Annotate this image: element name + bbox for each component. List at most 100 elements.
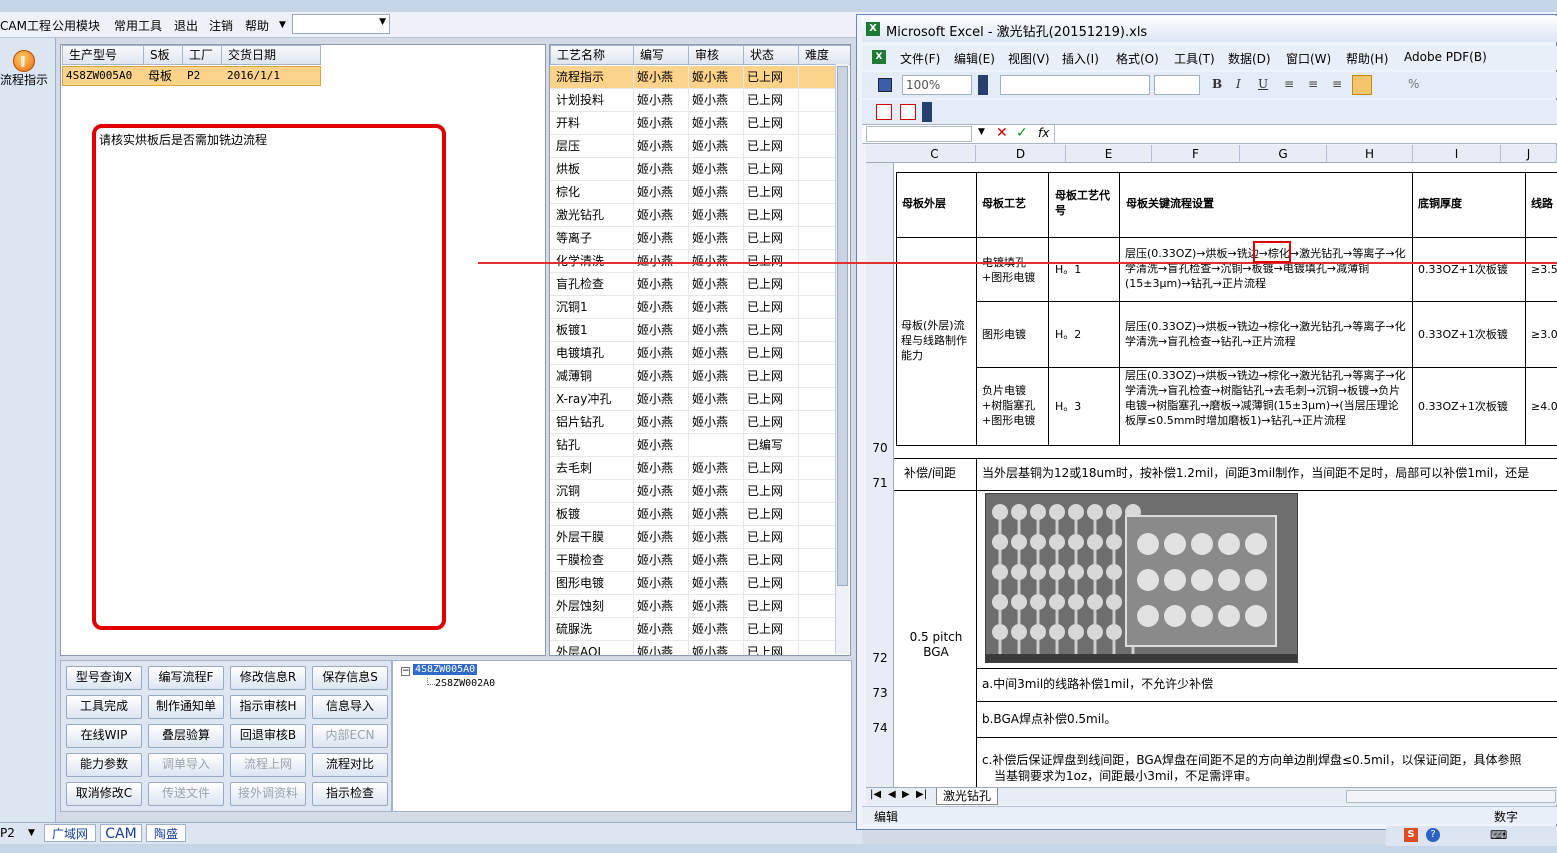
excel-menu-item[interactable]: 数据(D) [1228,50,1271,67]
toolbar-options-icon[interactable] [922,102,932,122]
zoom-combobox[interactable]: 100% [902,75,972,95]
col-delivery-date[interactable]: 交货日期 [221,45,321,65]
col-model[interactable]: 生产型号 [62,45,144,65]
top-combobox[interactable]: ▼ [292,14,390,34]
excel-menu-item[interactable]: 帮助(H) [1346,50,1388,67]
excel-menu-item[interactable]: 文件(F) [900,50,940,67]
process-table-scrollbar[interactable] [835,64,849,654]
process-row[interactable]: 去毛刺 姬小燕 姬小燕 已上网 [550,457,836,480]
action-button[interactable]: 回退审核B [230,724,306,748]
excel-menu-item[interactable]: 编辑(E) [954,50,995,67]
menu-help[interactable]: 帮助 [245,17,269,34]
process-row[interactable]: X-ray冲孔 姬小燕 姬小燕 已上网 [550,388,836,411]
action-button[interactable]: 流程上网 [230,753,306,777]
row-header[interactable]: 74 [866,721,894,735]
menu-cam[interactable]: CAM工程 [0,17,51,34]
col-author[interactable]: 编写 [633,45,689,65]
excel-menu-item[interactable]: 窗口(W) [1286,50,1331,67]
action-button[interactable]: 取消修改C [66,782,142,806]
excel-menu-item[interactable]: Adobe PDF(B) [1404,50,1487,64]
row-header[interactable]: 71 [866,476,894,490]
process-row[interactable]: 图形电镀 姬小燕 姬小燕 已上网 [550,572,836,595]
italic-icon[interactable]: I [1236,77,1241,91]
help-icon[interactable]: ? [1426,828,1440,842]
process-row[interactable]: 等离子 姬小燕 姬小燕 已上网 [550,227,836,250]
col-s-board[interactable]: S板 [143,45,183,65]
action-button[interactable]: 传送文件 [148,782,224,806]
col-process-name[interactable]: 工艺名称 [550,45,634,65]
excel-doc-icon[interactable]: X [872,50,886,64]
action-button[interactable]: 指示检查 [312,782,388,806]
row-header[interactable]: 72 [866,651,894,665]
collapse-icon[interactable]: − [401,667,410,676]
align-center-icon[interactable]: ≡ [1308,77,1318,91]
process-row[interactable]: 电镀填孔 姬小燕 姬小燕 已上网 [550,342,836,365]
action-button[interactable]: 能力参数 [66,753,142,777]
menu-logout[interactable]: 注销 [209,17,233,34]
flow-indicator-icon[interactable]: ‖ [13,50,35,72]
bold-icon[interactable]: B [1212,77,1222,91]
col-reviewer[interactable]: 审核 [688,45,744,65]
scrollbar-thumb[interactable] [837,66,848,586]
flow-indicator-label[interactable]: 流程指示 [0,71,48,88]
column-header[interactable]: I [1413,145,1501,163]
process-row[interactable]: 沉铜 姬小燕 姬小燕 已上网 [550,480,836,503]
process-row[interactable]: 烘板 姬小燕 姬小燕 已上网 [550,158,836,181]
menu-common-module[interactable]: 公用模块 [52,17,100,34]
cancel-icon[interactable]: ✕ [996,125,1008,141]
tree-node-child[interactable]: 2S8ZW002A0 [435,678,495,689]
first-sheet-icon[interactable]: |◀ [870,789,881,800]
pdf-convert-icon[interactable] [876,104,892,120]
keyboard-icon[interactable]: ⌨ [1490,828,1507,842]
column-header[interactable]: J [1501,145,1557,163]
action-button[interactable]: 制作通知单 [148,695,224,719]
action-button[interactable]: 叠层验算 [148,724,224,748]
col-factory[interactable]: 工厂 [182,45,222,65]
process-row[interactable]: 沉铜1 姬小燕 姬小燕 已上网 [550,296,836,319]
excel-menu-item[interactable]: 格式(O) [1116,50,1159,67]
excel-menu-item[interactable]: 插入(I) [1062,50,1099,67]
process-row[interactable]: 外层AOI 姬小燕 姬小燕 已上网 [550,641,836,655]
tree-node-root[interactable]: 4S8ZW005A0 [413,664,478,675]
process-row[interactable]: 盲孔检查 姬小燕 姬小燕 已上网 [550,273,836,296]
info-row[interactable]: 4S8ZW005A0 母板 P2 2016/1/1 [62,66,321,86]
ime-icon[interactable]: S [1404,828,1418,842]
tab-cam[interactable]: CAM [100,824,142,842]
font-name-combobox[interactable] [1000,75,1150,95]
horizontal-scrollbar[interactable] [1346,790,1556,803]
menu-tools[interactable]: 常用工具 [114,17,162,34]
menu-exit[interactable]: 退出 [174,17,198,34]
action-button[interactable]: 型号查询X [66,666,142,690]
action-button[interactable]: 指示审核H [230,695,306,719]
chevron-down-icon[interactable]: ▼ [28,828,35,838]
process-row[interactable]: 激光钻孔 姬小燕 姬小燕 已上网 [550,204,836,227]
column-header[interactable]: H [1327,145,1413,163]
action-button[interactable]: 接外调资料 [230,782,306,806]
font-size-combobox[interactable] [1154,75,1200,95]
process-row[interactable]: 计划投料 姬小燕 姬小燕 已上网 [550,89,836,112]
excel-menu-item[interactable]: 工具(T) [1174,50,1215,67]
process-row[interactable]: 板镀 姬小燕 姬小燕 已上网 [550,503,836,526]
name-box[interactable] [866,126,972,142]
action-button[interactable]: 工具完成 [66,695,142,719]
process-row[interactable]: 板镀1 姬小燕 姬小燕 已上网 [550,319,836,342]
process-row[interactable]: 流程指示 姬小燕 姬小燕 已上网 [550,66,836,89]
save-icon[interactable] [878,78,892,92]
process-row[interactable]: 硫脲洗 姬小燕 姬小燕 已上网 [550,618,836,641]
align-left-icon[interactable]: ≡ [1284,77,1294,91]
process-row[interactable]: 外层干膜 姬小燕 姬小燕 已上网 [550,526,836,549]
next-sheet-icon[interactable]: ▶ [902,789,910,800]
action-button[interactable]: 修改信息R [230,666,306,690]
formula-input[interactable] [1054,125,1554,143]
action-button[interactable]: 在线WIP [66,724,142,748]
process-row[interactable]: 干膜检查 姬小燕 姬小燕 已上网 [550,549,836,572]
column-header[interactable]: C [894,145,976,163]
excel-menu-item[interactable]: 视图(V) [1008,50,1050,67]
menu-dropdown-icon[interactable]: ▼ [279,20,286,30]
pdf-mail-icon[interactable] [900,104,916,120]
factory-selector[interactable]: P2 [0,826,15,840]
insert-function-icon[interactable]: fx [1038,126,1049,140]
process-row[interactable]: 减薄铜 姬小燕 姬小燕 已上网 [550,365,836,388]
action-button[interactable]: 保存信息S [312,666,388,690]
align-right-icon[interactable]: ≡ [1332,77,1342,91]
